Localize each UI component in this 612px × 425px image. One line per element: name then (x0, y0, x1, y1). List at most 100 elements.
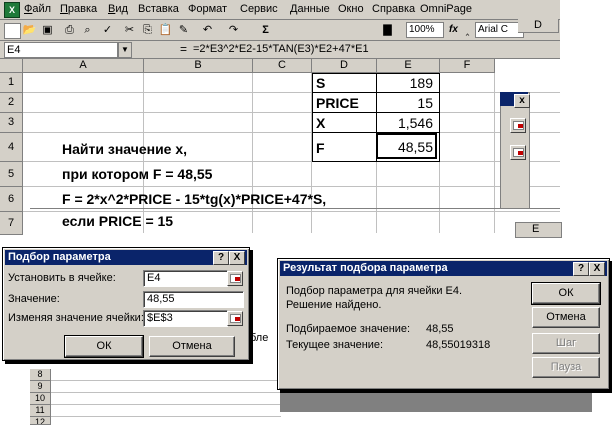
target-value: 48,55 (426, 323, 454, 335)
equals-sign: = (180, 42, 188, 56)
status-ok-button[interactable]: ОК (531, 282, 601, 305)
column-header-d[interactable]: D (312, 59, 377, 73)
row-header-9[interactable]: 9 (30, 381, 51, 393)
cell-a6-text[interactable]: F = 2*x^2*PRICE - 15*tg(x)*PRICE+47*S, (62, 191, 326, 207)
menu-insert[interactable]: Вставка (138, 3, 179, 15)
formula-input[interactable]: =2*E3^2*E2-15*TAN(E3)*E2+47*E1 (193, 43, 369, 55)
cell-e4[interactable]: 48,55 (378, 139, 433, 155)
row-header-2[interactable]: 2 (0, 93, 23, 113)
menu-window[interactable]: Окно (338, 3, 364, 15)
row-header-7[interactable]: 7 (0, 212, 23, 235)
menu-help[interactable]: Справка (372, 3, 415, 15)
name-box[interactable]: E4 (4, 42, 118, 58)
row-header-6[interactable]: 6 (0, 187, 23, 212)
paste-icon[interactable]: 📋 (158, 23, 173, 37)
cell-a5-text[interactable]: при котором F = 48,55 (62, 166, 212, 182)
autosum-icon[interactable]: Σ (258, 23, 273, 37)
format-painter-icon[interactable]: ✎ (176, 23, 191, 37)
cell-a7-text[interactable]: если PRICE = 15 (62, 213, 173, 229)
row-header-4[interactable]: 4 (0, 133, 23, 162)
cell-a4-text[interactable]: Найти значение х, (62, 141, 187, 157)
column-header-c[interactable]: C (253, 59, 312, 73)
goal-seek-title: Подбор параметра (8, 251, 111, 263)
excel-icon[interactable]: X (4, 2, 20, 18)
close-icon[interactable]: X (589, 262, 605, 276)
help-icon[interactable]: ? (573, 262, 589, 276)
cell-e2[interactable]: 15 (378, 95, 433, 111)
gridline (23, 112, 560, 113)
cell-e1[interactable]: 189 (378, 75, 433, 91)
help-icon[interactable]: ? (213, 251, 229, 265)
chevron-down-icon[interactable]: ▼ (118, 42, 132, 58)
cell-d4[interactable]: F (316, 140, 325, 156)
table-divider (312, 92, 439, 93)
menu-view[interactable]: Вид (108, 3, 128, 15)
column-header-b[interactable]: B (144, 59, 253, 73)
status-message-line2: Решение найдено. (286, 299, 382, 311)
goal-seek-ok-button[interactable]: ОК (64, 335, 144, 358)
step-button[interactable]: Шаг (532, 333, 600, 354)
to-value-label: Значение: (8, 293, 60, 305)
gridline (23, 132, 560, 133)
print-icon[interactable]: ⎙ (62, 23, 77, 37)
set-cell-label: Установить в ячейке: (8, 272, 116, 284)
column-header-e[interactable]: E (377, 59, 440, 73)
row-header-10[interactable]: 10 (30, 393, 51, 405)
function-icon[interactable]: fx (446, 23, 461, 37)
goal-seek-status-titlebar: Результат подбора параметра ? X (280, 261, 607, 276)
column-header-a[interactable]: A (23, 59, 144, 73)
to-value-input[interactable]: 48,55 (143, 291, 244, 308)
font-select[interactable]: Arial C (475, 22, 524, 38)
cell-d2[interactable]: PRICE (316, 95, 359, 111)
new-icon[interactable] (4, 23, 21, 39)
zoom-select[interactable]: 100% (406, 22, 444, 38)
copy-icon[interactable]: ⎘ (140, 23, 155, 37)
menu-omnipage[interactable]: OmniPage (420, 3, 472, 15)
range-picker-icon[interactable] (227, 271, 243, 286)
column-header-extra[interactable]: D (518, 19, 559, 33)
range-picker-icon[interactable] (227, 311, 243, 326)
goal-seek-titlebar: Подбор параметра ? X (5, 250, 247, 265)
row-header-11[interactable]: 11 (30, 405, 51, 417)
formula-bar: E4 ▼ = =2*E3^2*E2-15*TAN(E3)*E2+47*E1 (0, 41, 560, 59)
row-header-5[interactable]: 5 (0, 162, 23, 187)
gridline (23, 211, 560, 212)
row-header-8[interactable]: 8 (30, 369, 51, 381)
hidden-range-picker (510, 118, 526, 133)
undo-icon[interactable]: ↶ (200, 23, 215, 37)
cut-icon[interactable]: ✂ (122, 23, 137, 37)
row-header-1[interactable]: 1 (0, 73, 23, 93)
menu-tools[interactable]: Сервис (240, 3, 278, 15)
gridline (51, 404, 281, 405)
print-preview-icon[interactable]: ⌕ (80, 23, 95, 37)
save-icon[interactable]: ▣ (40, 23, 55, 37)
menu-file[interactable]: Файл (24, 3, 51, 15)
select-all-corner[interactable] (0, 59, 23, 73)
menu-edit[interactable]: Правка (60, 3, 97, 15)
pause-button[interactable]: Пауза (532, 357, 600, 378)
changing-cell-input[interactable]: $E$3 (143, 310, 228, 327)
gridline (23, 92, 560, 93)
cell-e3[interactable]: 1,546 (378, 115, 433, 131)
redo-icon[interactable]: ↷ (226, 23, 241, 37)
status-cancel-button[interactable]: Отмена (532, 307, 600, 328)
standard-toolbar: 📂 ▣ ⎙ ⌕ ✓ ✂ ⎘ 📋 ✎ ↶ ↷ Σ ▇ 100% fx ‸ Aria… (0, 20, 560, 41)
close-icon[interactable]: X (229, 251, 245, 265)
cell-d1[interactable]: S (316, 75, 325, 91)
chart-wizard-icon[interactable]: ▇ (380, 23, 395, 37)
gridline (51, 416, 281, 417)
goal-seek-cancel-button[interactable]: Отмена (149, 336, 235, 357)
close-icon[interactable]: x (514, 94, 530, 108)
column-header-f[interactable]: F (440, 59, 495, 73)
menu-format[interactable]: Формат (188, 3, 227, 15)
cell-d3[interactable]: X (316, 115, 325, 131)
row-header-3[interactable]: 3 (0, 113, 23, 133)
spelling-icon[interactable]: ✓ (100, 23, 115, 37)
open-icon[interactable]: 📂 (22, 23, 37, 37)
goal-seek-status-title: Результат подбора параметра (283, 262, 448, 274)
spell-check-icon[interactable]: ‸ (460, 23, 475, 37)
menu-bar: X Файл Правка Вид Вставка Формат Сервис … (0, 0, 560, 20)
set-cell-input[interactable]: E4 (143, 270, 228, 287)
target-value-label: Подбираемое значение: (286, 323, 411, 335)
menu-data[interactable]: Данные (290, 3, 330, 15)
